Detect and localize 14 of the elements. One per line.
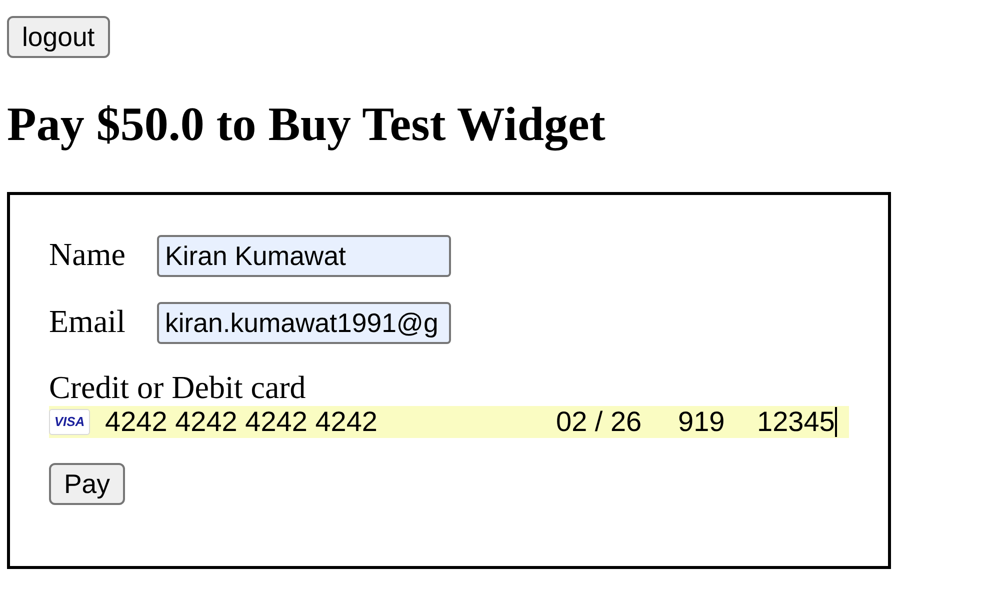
text-field[interactable]: kiran.kumawat1991@g — [157, 302, 451, 344]
pay-button[interactable]: Pay — [49, 463, 125, 505]
card-brand-logo: VISA — [49, 409, 90, 435]
field-label: Name — [49, 236, 126, 273]
logout-button[interactable]: logout — [7, 16, 110, 58]
cvc-code[interactable]: 919 — [678, 406, 725, 438]
text-field[interactable]: Kiran Kumawat — [157, 235, 451, 277]
card-field[interactable]: VISA 4242 4242 4242 4242 02 / 26 919 12345 — [49, 406, 849, 438]
page-heading: Pay $50.0 to Buy Test Widget — [7, 97, 606, 152]
postal-code[interactable]: 12345 — [757, 406, 835, 438]
field-label: Credit or Debit card — [49, 369, 307, 406]
field-label: Email — [49, 303, 126, 340]
card-number[interactable]: 4242 4242 4242 4242 — [105, 406, 378, 438]
expiry-date[interactable]: 02 / 26 — [556, 406, 642, 438]
